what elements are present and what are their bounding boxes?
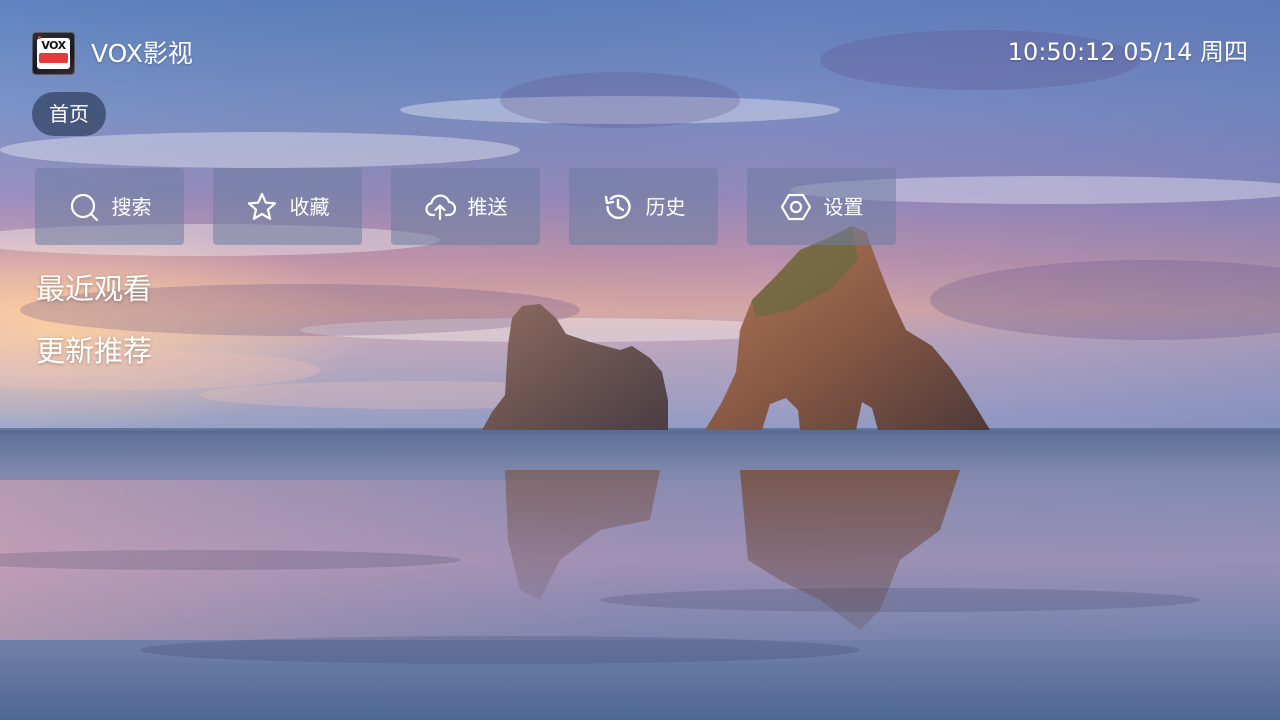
settings-icon: [780, 193, 811, 220]
push-label: 推送: [467, 194, 508, 219]
history-button[interactable]: 历史: [569, 168, 718, 245]
background-wallpaper: [0, 0, 1280, 720]
app-logo: VOX: [32, 32, 75, 75]
settings-label: 设置: [823, 194, 864, 219]
history-label: 历史: [645, 194, 686, 219]
app-title: VOX影视: [91, 39, 193, 68]
section-recent-title[interactable]: 最近观看: [36, 269, 152, 309]
settings-button[interactable]: 设置: [747, 168, 896, 245]
search-label: 搜索: [111, 194, 152, 219]
search-icon: [70, 193, 98, 221]
cloud-upload-icon: [424, 194, 456, 220]
section-recommended-title[interactable]: 更新推荐: [36, 331, 152, 371]
tab-home[interactable]: 首页: [32, 92, 106, 136]
search-button[interactable]: 搜索: [35, 168, 184, 245]
favorites-label: 收藏: [289, 194, 330, 219]
favorites-button[interactable]: 收藏: [213, 168, 362, 245]
push-button[interactable]: 推送: [391, 168, 540, 245]
history-icon: [604, 194, 631, 219]
clock: 10:50:12 05/14 周四: [1007, 38, 1248, 66]
star-icon: [247, 192, 276, 220]
